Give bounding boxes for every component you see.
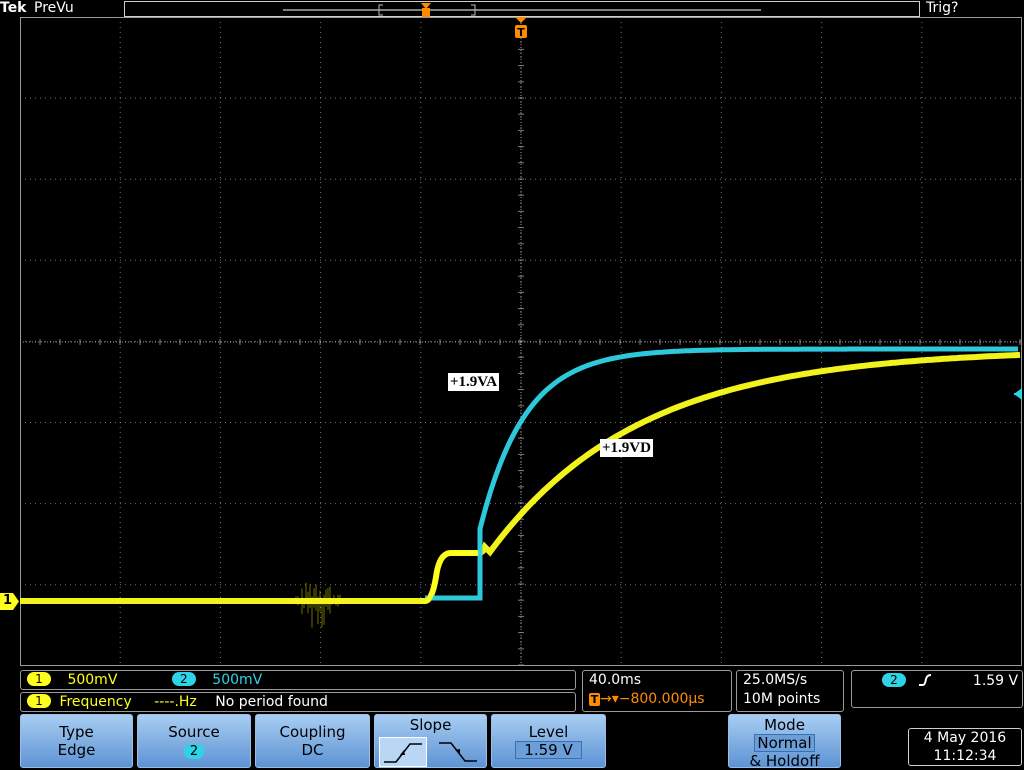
freq-channel-badge: 1 [27, 694, 51, 708]
measurement-status: No period found [215, 694, 328, 710]
coupling-button[interactable]: Coupling DC [255, 714, 370, 768]
coupling-label: Coupling [279, 723, 346, 741]
level-label: Level [528, 723, 569, 741]
grid-lines [20, 17, 1022, 666]
trigger-position-marker[interactable]: T [515, 17, 527, 39]
channel1-waveform-front [424, 550, 478, 604]
mode-value: Normal [754, 734, 815, 752]
channel1-marker[interactable]: 1 [0, 593, 19, 610]
record-view-indicator [283, 3, 761, 17]
measurement-readout[interactable]: 1 Frequency ----.Hz No period found [20, 692, 576, 712]
trigger-level-readout: 1.59 V [972, 673, 1019, 689]
brand-logo: Tek [0, 0, 27, 16]
type-button[interactable]: Type Edge [20, 714, 133, 768]
trigger-readout[interactable]: 2 1.59 V [851, 670, 1023, 708]
ch1-scale: 500mV [67, 672, 118, 688]
acquisition-readout[interactable]: 25.0MS/s 10M points [736, 670, 844, 712]
sample-rate: 25.0MS/s [743, 672, 808, 688]
level-button[interactable]: Level 1.59 V [491, 714, 606, 768]
trigger-delay: →▾−800.000µs [600, 691, 705, 707]
top-status-bar: Tek PreVu Trig? [0, 0, 1024, 17]
slope-falling-option[interactable] [434, 737, 482, 767]
horizontal-scale: 40.0ms [589, 672, 642, 688]
ch1-badge: 1 [27, 672, 51, 686]
ch1-waveform-label: +1.9VD [600, 439, 653, 457]
source-label: Source [168, 723, 220, 741]
channel2-waveform [425, 346, 1018, 601]
trigger-marker-label: T [517, 26, 525, 39]
slope-button[interactable]: Slope [374, 714, 487, 768]
record-view-bar[interactable] [124, 1, 920, 17]
type-label: Type [59, 723, 94, 741]
source-button[interactable]: Source 2 [137, 714, 251, 768]
coupling-value: DC [301, 741, 324, 759]
mode-label: Mode [764, 716, 805, 734]
measurement-value: ----.Hz [154, 694, 197, 710]
trigger-status: Trig? [926, 0, 959, 16]
rising-edge-icon [919, 674, 932, 686]
channel1-waveform [20, 351, 1021, 604]
rising-slope-icon [384, 743, 422, 763]
measurement-name: Frequency [59, 694, 132, 710]
timebase-readout[interactable]: 40.0ms T →▾−800.000µs [582, 670, 732, 712]
waveform-display[interactable]: T +1.9VA +1.9VD [20, 17, 1022, 666]
slope-rising-option[interactable] [379, 737, 427, 767]
trigger-source-badge: 2 [882, 673, 906, 687]
trigger-delay-icon: T [589, 693, 600, 706]
ch1-noise-burst [279, 582, 349, 628]
falling-slope-icon [439, 742, 477, 762]
level-value: 1.59 V [515, 741, 582, 759]
source-value: 2 [183, 744, 205, 759]
channel1-marker-label: 1 [3, 593, 13, 608]
mode-holdoff: & Holdoff [749, 752, 820, 770]
slope-label: Slope [409, 716, 452, 734]
type-value: Edge [57, 741, 96, 759]
graticule: T [20, 17, 1022, 666]
time: 11:12:34 [933, 748, 997, 764]
mode-button[interactable]: Mode Normal & Holdoff [728, 714, 841, 770]
date-time-display: 4 May 2016 11:12:34 [908, 728, 1022, 766]
date: 4 May 2016 [923, 730, 1007, 746]
record-length: 10M points [743, 691, 821, 707]
ch2-scale: 500mV [212, 672, 263, 688]
channel-scale-readout[interactable]: 1 500mV 2 500mV [20, 670, 576, 690]
ch2-badge: 2 [171, 672, 196, 686]
acquisition-status: PreVu [34, 0, 74, 16]
ch2-waveform-label: +1.9VA [448, 373, 500, 391]
